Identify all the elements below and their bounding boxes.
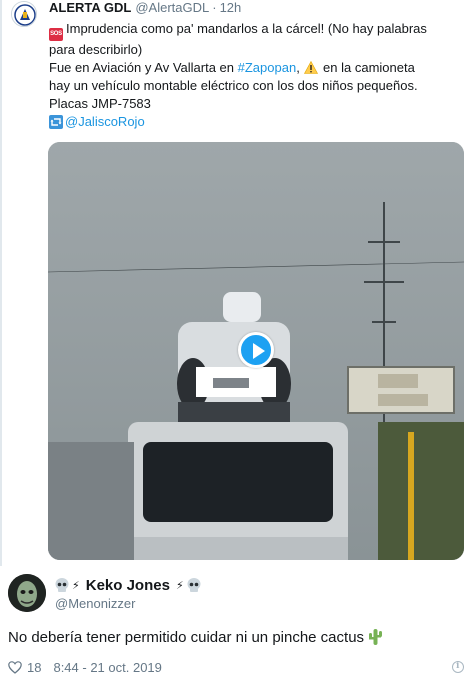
text-line-3-start: Fue en Aviación y Av Vallarta en [49,60,238,75]
retweet-icon [49,115,63,129]
quoted-author-name[interactable]: ALERTA GDL [49,0,131,15]
reply-text-body: No debería tener permitido cuidar ni un … [8,629,365,646]
text-line-1: Imprudencia como pa' mandarlos a la cárc… [66,21,427,36]
info-icon[interactable] [452,661,464,673]
skull-icon [55,577,69,592]
bolt-icon-right: ⚡ [175,579,184,592]
warning-icon [304,61,319,74]
header-separator: · [212,0,217,15]
alerta-gdl-avatar[interactable] [11,1,37,27]
reply-author-row[interactable]: ⚡ Keko Jones ⚡ [55,575,201,595]
text-line-5: Placas JMP-7583 [49,96,151,111]
quoted-tweet-text: SOS Imprudencia como pa' mandarlos a la c… [49,20,461,131]
quoted-tweet-header: ALERTA GDL @AlertaGDL · 12h [49,0,241,16]
reply-timestamp[interactable]: 8:44 - 21 oct. 2019 [53,660,161,675]
quoted-tweet[interactable]: ALERTA GDL @AlertaGDL · 12h SOS Imprudenc… [0,0,470,566]
cactus-icon [369,629,383,645]
skull-icon-right [187,577,201,592]
text-line-2: para describirlo) [49,42,143,57]
source-link[interactable]: @JaliscoRojo [65,114,145,129]
play-icon[interactable] [238,332,274,368]
keko-jones-avatar[interactable] [8,574,46,612]
video-player[interactable] [48,142,464,560]
avatar-image-icon [8,574,46,612]
reply-meta-row: 18 8:44 - 21 oct. 2019 [8,659,162,675]
reply-author-handle[interactable]: @Menonizzer [55,596,135,611]
bolt-icon-left: ⚡ [72,579,80,592]
reply-author-name[interactable]: Keko Jones [86,577,170,594]
text-line-3-comma: , [296,60,304,75]
hashtag-zapopan[interactable]: #Zapopan [238,60,297,75]
quoted-author-handle[interactable]: @AlertaGDL [135,0,209,15]
sos-icon: SOS [49,28,63,41]
quoted-tweet-time[interactable]: 12h [220,0,242,15]
quote-border [0,0,2,566]
alerta-gdl-logo-icon [12,2,36,26]
reply-tweet-text: No debería tener permitido cuidar ni un … [8,628,383,646]
text-line-3-end: en la camioneta [319,60,415,75]
text-line-4: hay un vehículo montable eléctrico con l… [49,78,418,93]
heart-icon[interactable] [8,660,22,674]
like-count: 18 [27,659,42,675]
